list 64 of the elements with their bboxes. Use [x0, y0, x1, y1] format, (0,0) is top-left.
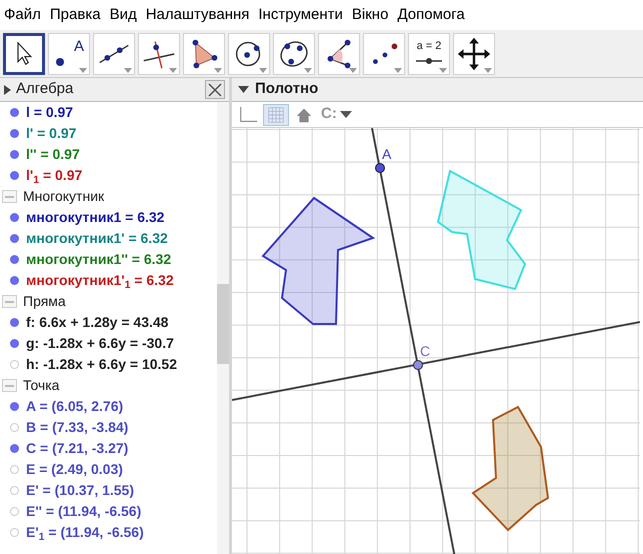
group-heading: Многокутник: [23, 187, 104, 206]
algebra-entry[interactable]: многокутник1'' = 6.32: [26, 249, 172, 270]
algebra-entry[interactable]: l' = 0.97: [26, 123, 76, 144]
menu-item[interactable]: Вид: [110, 4, 137, 26]
dropdown-caret-icon: [304, 68, 312, 72]
algebra-entry[interactable]: A = (6.05, 2.76): [26, 396, 124, 417]
polygon-shape[interactable]: [261, 196, 376, 325]
tool-label: A: [74, 36, 84, 56]
point-label: C: [420, 342, 430, 361]
algebra-entry[interactable]: B = (7.33, -3.84): [26, 417, 128, 438]
panel-title: Полотно: [255, 79, 318, 100]
algebra-entry[interactable]: g: -1.28x + 6.6y = -30.7: [26, 333, 174, 354]
algebra-entry[interactable]: E = (2.49, 0.03): [26, 459, 123, 480]
point[interactable]: [413, 360, 423, 370]
tool-button[interactable]: a = 2: [408, 32, 450, 74]
algebra-entry[interactable]: l'$_{1}$ = 0.97: [26, 165, 82, 186]
polygon-shape[interactable]: [471, 406, 550, 532]
algebra-entry[interactable]: многокутник1 = 6.32: [26, 207, 164, 228]
algebra-entry[interactable]: h: -1.28x + 6.6y = 10.52: [26, 354, 177, 375]
style-button[interactable]: [263, 104, 289, 126]
algebra-entry[interactable]: f: 6.6x + 1.28y = 43.48: [26, 312, 168, 333]
dropdown-caret-icon: [124, 68, 132, 72]
tool-label: a = 2: [416, 38, 442, 54]
scrollbar[interactable]: [217, 102, 229, 554]
dropdown-caret-icon: [214, 68, 222, 72]
dropdown-caret-icon: [169, 68, 177, 72]
line[interactable]: [232, 321, 640, 401]
point-label: A: [382, 145, 392, 164]
dropdown-caret-icon: [484, 68, 492, 72]
collapse-triangle-icon[interactable]: [238, 86, 249, 93]
menu-item[interactable]: Налаштування: [146, 4, 250, 26]
collapse-toggle-icon[interactable]: [2, 190, 17, 203]
menu-item[interactable]: Файл: [4, 4, 41, 26]
close-button[interactable]: [205, 80, 225, 99]
expand-triangle-icon[interactable]: [4, 84, 11, 94]
algebra-entry[interactable]: многокутник1' = 6.32: [26, 228, 168, 249]
panel-title: Алгебра: [16, 79, 74, 100]
algebra-entry[interactable]: E'$_{1}$ = (11.94, -6.56): [26, 522, 144, 543]
menu-item[interactable]: Інструменти: [258, 4, 343, 26]
menu-item[interactable]: Допомога: [397, 4, 465, 26]
collapse-toggle-icon[interactable]: [2, 379, 17, 392]
menu-item[interactable]: Вікно: [352, 4, 388, 26]
dropdown-caret-icon: [439, 68, 447, 72]
caret-icon: [340, 111, 352, 118]
slider-icon: [415, 56, 443, 64]
tool-button[interactable]: A: [48, 32, 90, 74]
dropdown-caret-icon: [259, 68, 267, 72]
tool-button[interactable]: [3, 32, 45, 74]
algebra-entry[interactable]: l'' = 0.97: [26, 144, 80, 165]
dropdown-caret-icon: [79, 68, 87, 72]
collapse-toggle-icon[interactable]: [2, 295, 17, 308]
algebra-entry[interactable]: E'' = (11.94, -6.56): [26, 501, 142, 522]
group-heading: Пряма: [23, 292, 66, 311]
menu-item[interactable]: Правка: [50, 4, 101, 26]
algebra-entry[interactable]: l = 0.97: [26, 102, 74, 123]
algebra-entry[interactable]: C = (7.21, -3.27): [26, 438, 128, 459]
point-icon: [56, 58, 64, 66]
point[interactable]: [375, 163, 385, 173]
dropdown-caret-icon: [394, 68, 402, 72]
group-heading: Точка: [23, 376, 60, 395]
algebra-entry[interactable]: многокутник1'$_{1}$ = 6.32: [26, 270, 174, 291]
dropdown-caret-icon: [349, 68, 357, 72]
algebra-entry[interactable]: E' = (10.37, 1.55): [26, 480, 134, 501]
line[interactable]: [371, 128, 456, 554]
